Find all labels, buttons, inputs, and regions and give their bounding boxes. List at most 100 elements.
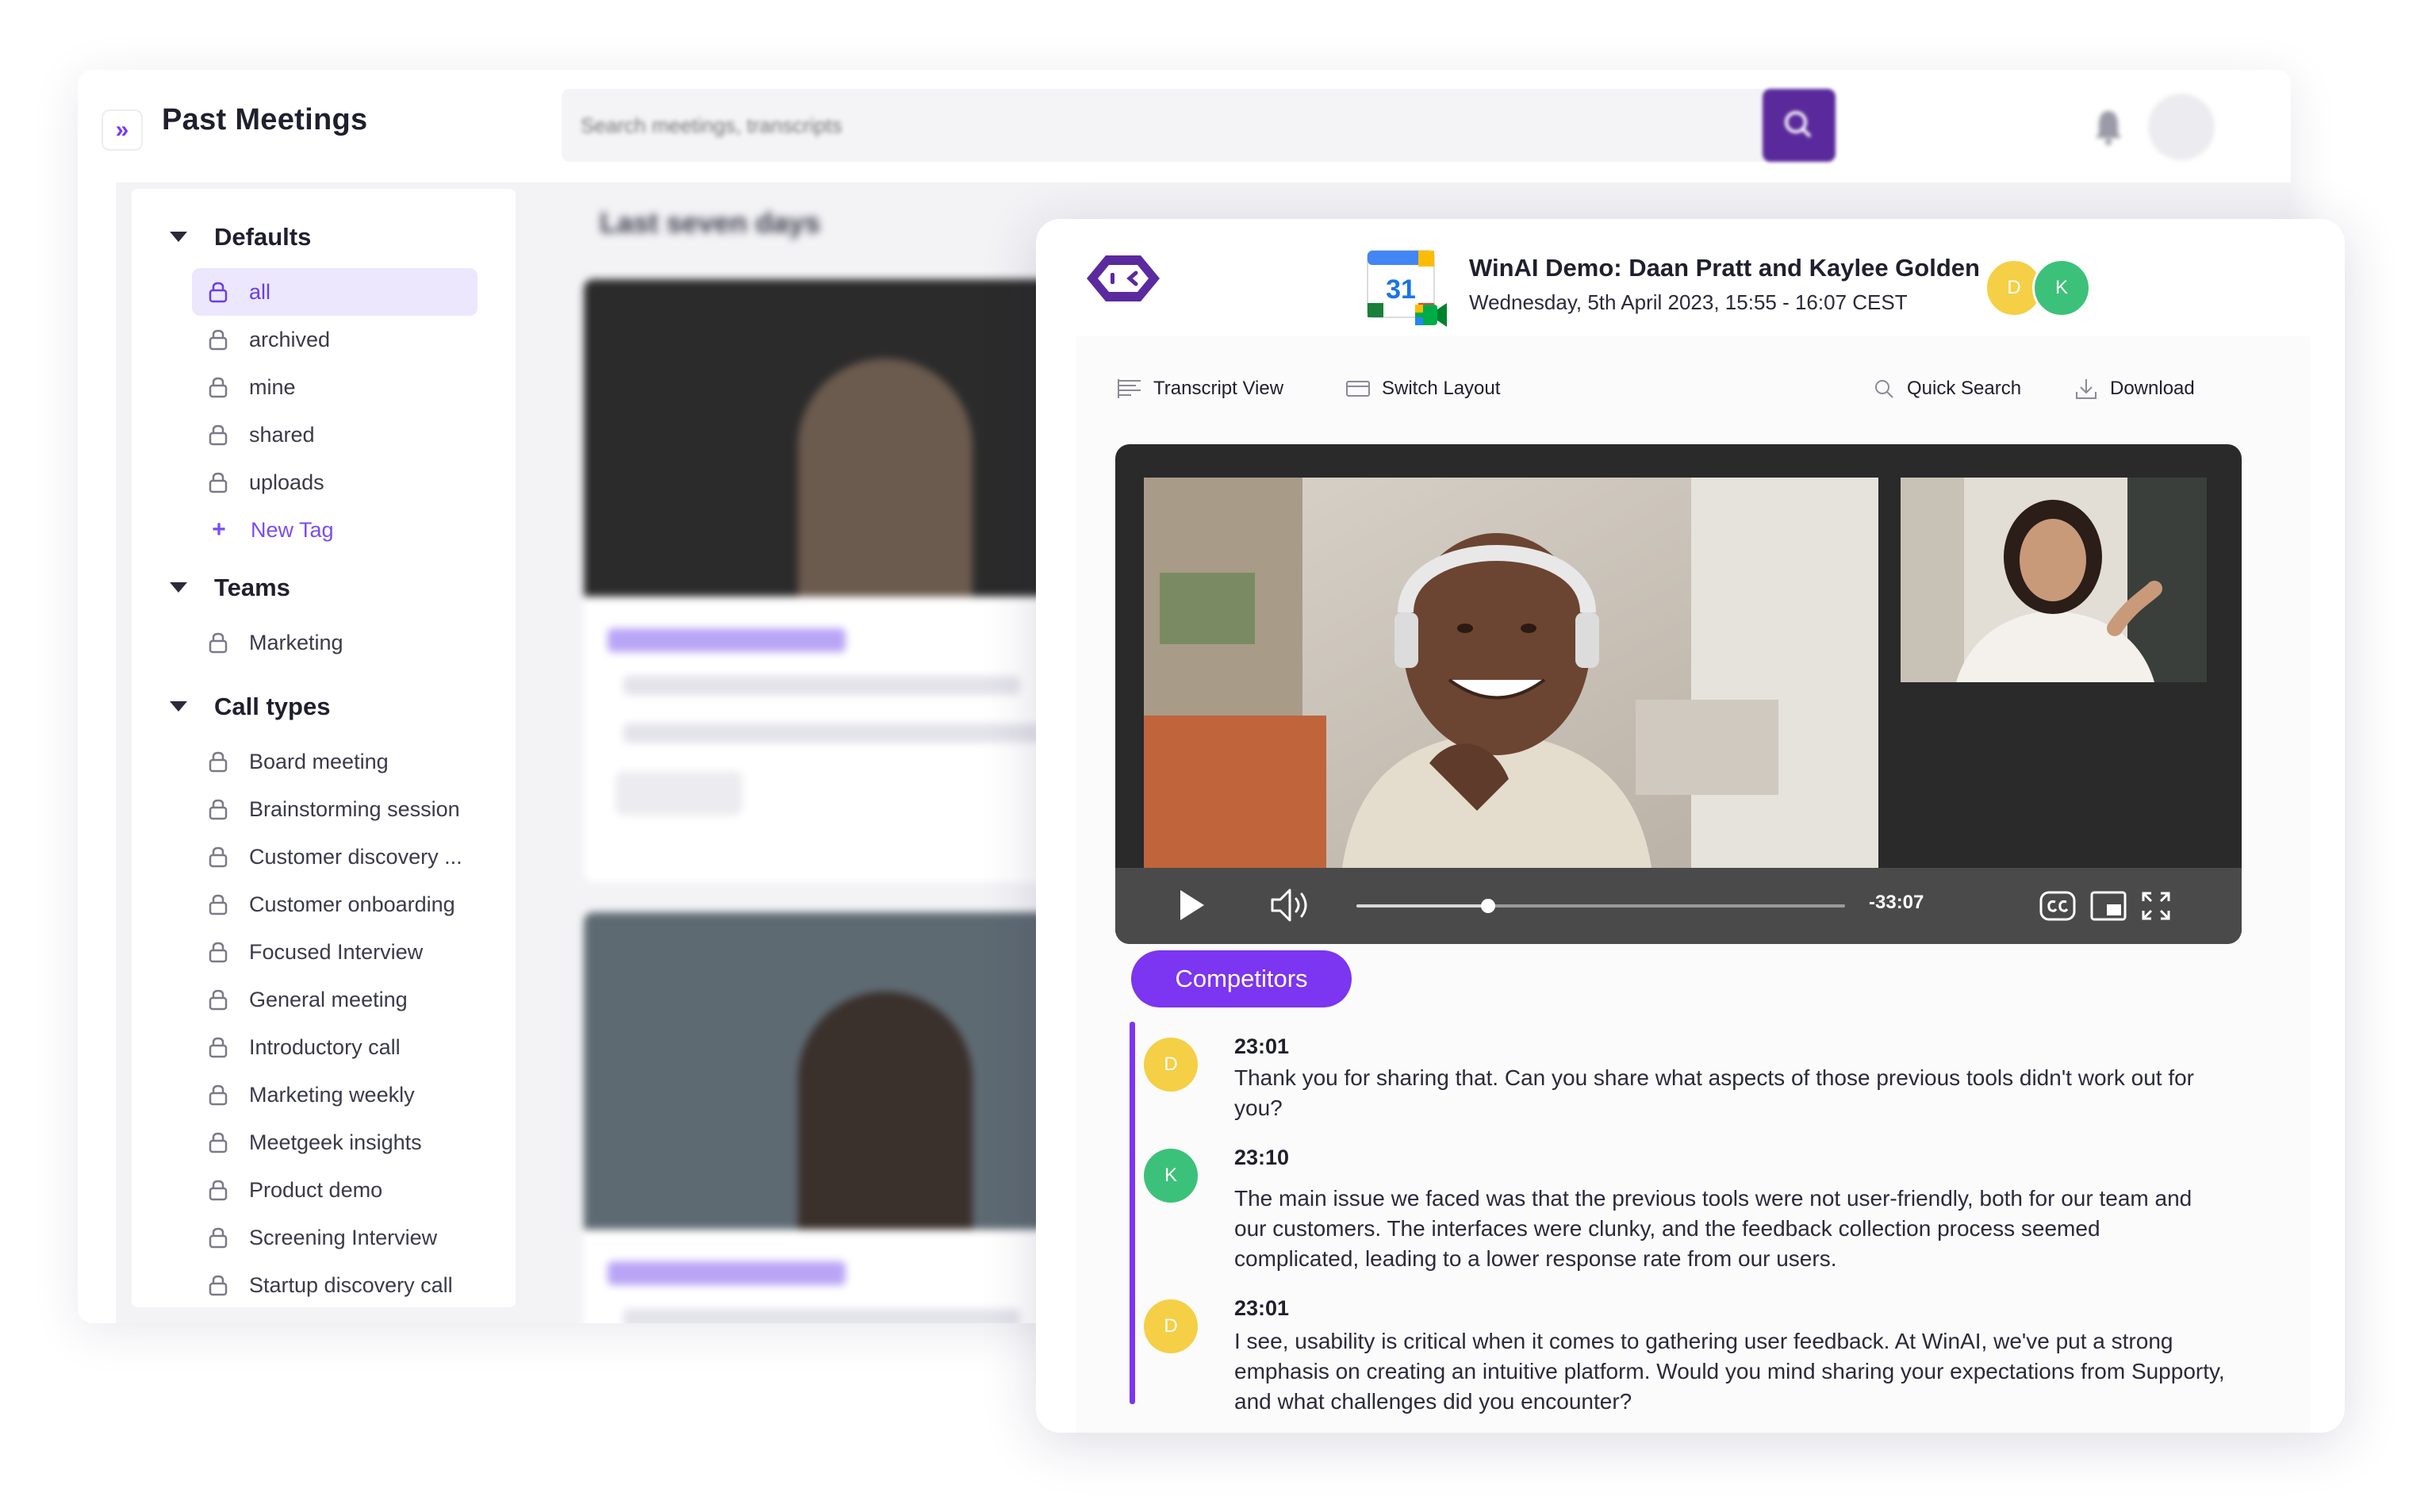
topic-timeline-bar xyxy=(1130,1022,1135,1404)
search-icon xyxy=(1785,111,1812,138)
picture-in-picture-icon[interactable] xyxy=(2089,890,2127,922)
caret-down-icon xyxy=(170,232,187,242)
closed-captions-icon[interactable] xyxy=(2039,890,2077,922)
entry-timestamp[interactable]: 23:01 xyxy=(1234,1296,1289,1321)
sidebar-tag-label: Customer discovery ... xyxy=(249,844,462,869)
progress-bar[interactable] xyxy=(1356,899,1845,913)
sidebar-tag-label: Marketing xyxy=(249,630,343,654)
user-avatar[interactable] xyxy=(2148,94,2215,160)
lock-icon xyxy=(209,632,228,654)
section-defaults[interactable]: Defaults xyxy=(132,206,516,268)
progress-handle[interactable] xyxy=(1481,899,1496,913)
sidebar-tag-label: Customer onboarding xyxy=(249,892,455,916)
sidebar-tag-label: Marketing weekly xyxy=(249,1082,415,1107)
page-title: Past Meetings xyxy=(162,103,368,136)
lock-icon xyxy=(209,1227,228,1249)
sidebar-tag-item[interactable]: Startup discovery call xyxy=(192,1261,478,1309)
meeting-header: 31 WinAI Demo: Daan Pratt and Kaylee Gol… xyxy=(1036,219,2345,336)
sidebar-tag-item[interactable]: all xyxy=(192,268,478,316)
player-controls: -33:07 xyxy=(1115,868,2242,944)
svg-text:31: 31 xyxy=(1386,274,1416,305)
sidebar-tag-item[interactable]: Introductory call xyxy=(192,1023,478,1071)
secondary-video-feed[interactable] xyxy=(1901,478,2207,682)
transcript-view-button[interactable]: Transcript View xyxy=(1117,374,1283,403)
speaker-avatar: K xyxy=(1144,1149,1198,1203)
lock-icon xyxy=(209,377,228,398)
section-teams[interactable]: Teams xyxy=(132,557,516,619)
entry-timestamp[interactable]: 23:01 xyxy=(1234,1034,1289,1059)
sidebar-tag-label: mine xyxy=(249,374,296,399)
sidebar-tag-item[interactable]: Product demo xyxy=(192,1166,478,1214)
google-calendar-icon: 31 xyxy=(1367,250,1447,327)
sidebar-tag-item[interactable]: archived xyxy=(192,316,478,363)
sidebar-tag-item[interactable]: Marketing xyxy=(192,619,478,666)
topic-chip-competitors[interactable]: Competitors xyxy=(1131,950,1352,1007)
search-button[interactable] xyxy=(1763,89,1836,162)
search-bar xyxy=(562,89,1775,162)
sidebar-tag-label: Startup discovery call xyxy=(249,1272,453,1297)
play-icon[interactable] xyxy=(1176,887,1207,923)
lock-icon xyxy=(209,282,228,303)
sidebar-tag-label: uploads xyxy=(249,470,324,494)
meeting-datetime: Wednesday, 5th April 2023, 15:55 - 16:07… xyxy=(1469,290,1908,314)
sidebar-tag-item[interactable]: uploads xyxy=(192,459,478,506)
sidebar-tag-item[interactable]: Screening Interview xyxy=(192,1214,478,1261)
quick-search-button[interactable]: Quick Search xyxy=(1872,374,2021,403)
tags-sidebar: Defaults all archived mine shared uploads + … xyxy=(132,189,516,1307)
lock-icon xyxy=(209,846,228,868)
expand-sidebar-icon[interactable]: » xyxy=(102,109,143,151)
plus-icon: + xyxy=(212,516,226,543)
search-input[interactable] xyxy=(562,89,1704,162)
bot-logo-icon xyxy=(1087,255,1160,301)
sidebar-tag-item[interactable]: General meeting xyxy=(192,976,478,1023)
lock-icon xyxy=(209,751,228,773)
sidebar-tag-item[interactable]: Marketing weekly xyxy=(192,1071,478,1119)
switch-layout-button[interactable]: Switch Layout xyxy=(1345,374,1500,403)
search-icon xyxy=(1875,380,1893,398)
entry-text: The main issue we faced was that the pre… xyxy=(1234,1186,2192,1271)
entry-timestamp[interactable]: 23:10 xyxy=(1234,1146,1289,1170)
sidebar-tag-item[interactable]: Board meeting xyxy=(192,738,478,785)
sidebar-tag-item[interactable]: Brainstorming session xyxy=(192,785,478,833)
lock-icon xyxy=(209,1084,228,1106)
main-video-feed[interactable] xyxy=(1144,478,1878,868)
lock-icon xyxy=(209,942,228,963)
sidebar-tag-label: archived xyxy=(249,327,331,351)
meeting-title: WinAI Demo: Daan Pratt and Kaylee Golden xyxy=(1469,254,1980,282)
sidebar-tag-item[interactable]: mine xyxy=(192,363,478,411)
lock-icon xyxy=(209,472,228,493)
sidebar-tag-label: Focused Interview xyxy=(249,939,424,964)
participant-avatar-k[interactable]: K xyxy=(2032,259,2091,317)
sidebar-tag-item[interactable]: Customer onboarding xyxy=(192,881,478,928)
sidebar-tag-item[interactable]: shared xyxy=(192,411,478,459)
lock-icon xyxy=(209,894,228,915)
entry-text: I see, usability is critical when it com… xyxy=(1234,1329,2225,1414)
video-player[interactable]: -33:07 xyxy=(1115,444,2242,944)
sidebar-tag-label: shared xyxy=(249,422,315,447)
download-button[interactable]: Download xyxy=(2073,374,2195,403)
lock-icon xyxy=(209,424,228,446)
sidebar-tag-label: Introductory call xyxy=(249,1034,401,1059)
speaker-avatar: D xyxy=(1144,1299,1198,1353)
lock-icon xyxy=(209,1132,228,1153)
fullscreen-icon[interactable] xyxy=(2140,890,2172,922)
new-tag-button[interactable]: + New Tag xyxy=(192,506,478,554)
volume-icon[interactable] xyxy=(1269,885,1314,925)
transcript-view-icon xyxy=(1118,379,1141,398)
sidebar-tag-item[interactable]: Focused Interview xyxy=(192,928,478,976)
bell-icon[interactable] xyxy=(2093,108,2124,146)
transcript-list: D 23:01 Thank you for sharing that. Can … xyxy=(1130,1022,2256,1414)
sidebar-tag-item[interactable]: Meetgeek insights xyxy=(192,1119,478,1166)
progress-fill xyxy=(1356,904,1489,908)
sidebar-tag-label: Board meeting xyxy=(249,749,389,773)
sidebar-tag-label: Meetgeek insights xyxy=(249,1130,422,1154)
lock-icon xyxy=(209,989,228,1011)
entry-text: Thank you for sharing that. Can you shar… xyxy=(1234,1065,2195,1120)
lock-icon xyxy=(209,1180,228,1201)
sidebar-tag-label: all xyxy=(249,279,271,304)
sidebar-tag-item[interactable]: Customer discovery ... xyxy=(192,833,478,881)
feed-heading: Last seven days xyxy=(600,206,821,239)
sidebar-tag-label: General meeting xyxy=(249,987,408,1011)
section-call-types[interactable]: Call types xyxy=(132,676,516,738)
lock-icon xyxy=(209,1037,228,1058)
